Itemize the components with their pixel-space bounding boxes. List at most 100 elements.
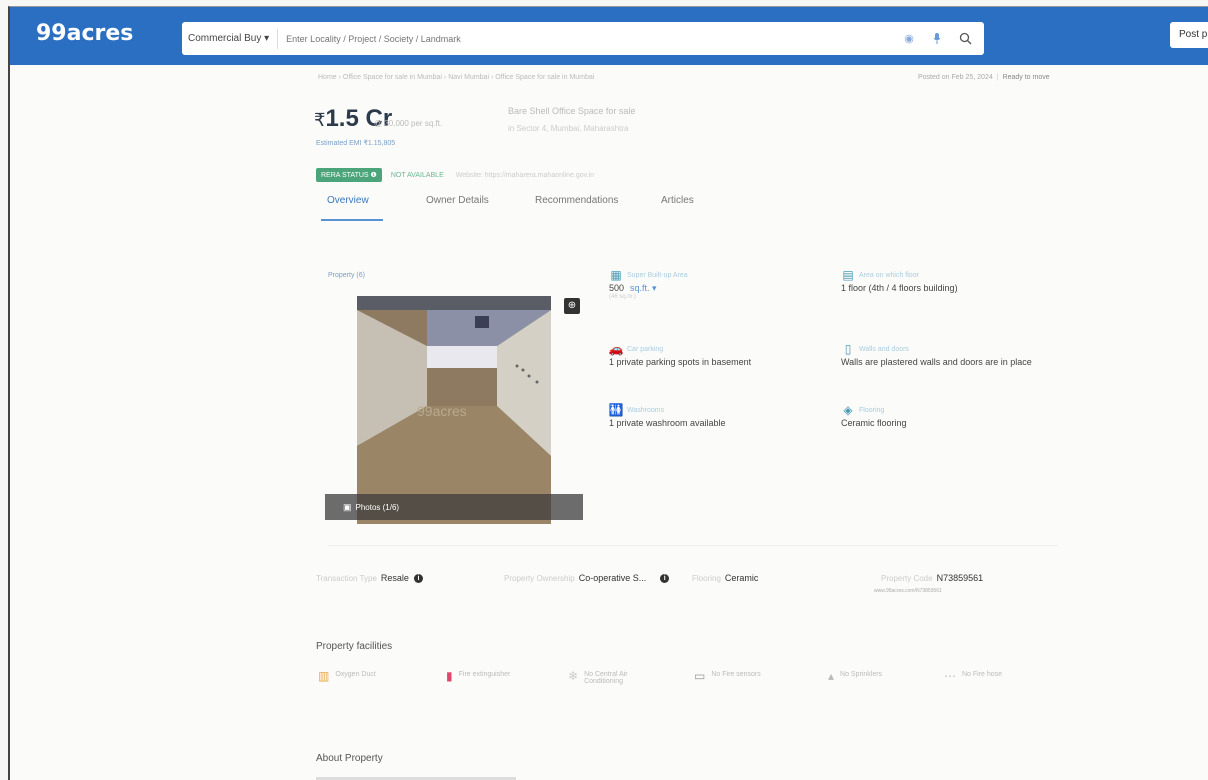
zoom-icon[interactable]: ⊕	[564, 298, 580, 314]
property-location: in Sector 4, Mumbai, Maharashtra	[508, 124, 629, 133]
price-per-sqft: @ 30,000 per sq.ft.	[374, 119, 443, 128]
feature-label: Washrooms	[627, 406, 665, 414]
detail-key: Property Code	[881, 573, 933, 583]
feature-value: 1 floor (4th / 4 floors building)	[841, 283, 958, 293]
property-type-label: Commercial Buy	[188, 32, 262, 44]
detail-flooring: Flooring Ceramic	[692, 573, 758, 583]
feature-value: Ceramic flooring	[841, 418, 907, 428]
feature-label: Area on which floor	[859, 271, 919, 279]
detail-ownership: Property Ownership Co-operative S... i	[504, 573, 670, 583]
feature-value: 1 private washroom available	[609, 418, 726, 428]
feature-label: Flooring	[859, 406, 885, 414]
photos-counter-bar[interactable]: ▣ Photos (1/6)	[325, 494, 583, 520]
washroom-icon: 🚻	[608, 403, 624, 417]
facility-label: No Fire sensors	[711, 671, 761, 678]
floor-icon: ▤	[842, 268, 854, 282]
tab-bar: Overview Owner Details Recommendations A…	[314, 192, 1074, 222]
camera-icon: ▣	[343, 502, 352, 512]
facilities-heading: Property facilities	[316, 641, 393, 652]
watermark: 99acres	[417, 403, 467, 419]
facility-fire-hose: ⋯ No Fire hose	[944, 669, 1003, 683]
detail-transaction-type: Transaction Type Resale i	[316, 573, 423, 583]
detail-value: Resale	[380, 573, 409, 583]
rera-value: NOT AVAILABLE	[390, 171, 444, 179]
photos-count: Photos (1/6)	[355, 503, 400, 512]
page-frame: 99acres Commercial Buy ▾ ◉ Post p Home ›…	[8, 6, 1208, 780]
fire-hose-icon: ⋯	[944, 669, 956, 683]
feature-flooring: ◈ Flooring Ceramic flooring	[841, 403, 1071, 428]
info-icon: ❶	[370, 172, 377, 179]
flooring-icon: ◈	[843, 403, 853, 417]
property-photo[interactable]: 99acres	[357, 296, 551, 524]
feature-label: Walls and doors	[859, 345, 909, 353]
facility-label: Oxygen Duct	[335, 671, 376, 678]
feature-walls-doors: ▯ Walls and doors Walls are plastered wal…	[841, 342, 1081, 367]
tab-recommendations[interactable]: Recommendations	[535, 195, 618, 206]
about-heading: About Property	[316, 753, 383, 764]
feature-value: Walls are plastered walls and doors are …	[841, 357, 1032, 367]
info-icon[interactable]: i	[660, 573, 670, 583]
unit-label: sq.ft.	[630, 283, 650, 293]
property-photo-image: 99acres	[357, 296, 551, 524]
fire-extinguisher-icon: ▮	[446, 669, 453, 683]
feature-sub: (46 sq.m.)	[609, 294, 637, 300]
possession-status: Ready to move	[1002, 74, 1050, 81]
rera-website[interactable]: Website: https://maharera.mahaonline.gov…	[456, 172, 594, 179]
feature-label: Car parking	[627, 345, 664, 353]
detail-key: Flooring	[692, 573, 721, 583]
posted-info: Posted on Feb 25, 2024 | Ready to move	[918, 74, 1050, 81]
feature-washrooms: 🚻 Washrooms 1 private washroom available	[609, 403, 839, 428]
tab-overview[interactable]: Overview	[327, 195, 369, 206]
post-property-button[interactable]: Post p	[1170, 22, 1208, 48]
facility-fire-extinguisher: ▮ Fire extinguisher	[446, 669, 511, 683]
divider	[328, 545, 1058, 546]
feature-label: Super Built-up Area	[627, 271, 688, 279]
info-icon[interactable]: i	[413, 573, 423, 583]
emi-estimate[interactable]: Estimated EMI ₹1.15,805	[316, 139, 395, 147]
unit-dropdown[interactable]: sq.ft. ▾	[630, 283, 657, 293]
ac-icon: ❄	[568, 669, 579, 683]
mic-icon[interactable]	[928, 30, 946, 48]
feature-super-area: ▦ Super Built-up Area 500 sq.ft. ▾ (46 sq.…	[609, 268, 839, 300]
search-input[interactable]	[286, 33, 900, 44]
fire-sensor-icon: ▭	[694, 669, 706, 683]
rera-badge[interactable]: RERA STATUS ❶	[316, 168, 382, 182]
tab-owner-details[interactable]: Owner Details	[426, 195, 489, 206]
property-title: Bare Shell Office Space for sale	[508, 106, 636, 116]
car-icon: 🚗	[608, 342, 624, 356]
currency-symbol: ₹	[314, 110, 326, 130]
detail-key: Transaction Type	[316, 573, 377, 583]
logo[interactable]: 99acres	[36, 21, 133, 46]
detail-value: Ceramic	[724, 573, 759, 583]
facility-label: No Sprinklers	[840, 671, 883, 678]
feature-parking: 🚗 Car parking 1 private parking spots in …	[609, 342, 839, 367]
tab-articles[interactable]: Articles	[661, 195, 694, 206]
property-url[interactable]: www.99acres.com/N73859561	[874, 588, 942, 594]
oxygen-duct-icon: ▥	[318, 669, 330, 683]
feature-floor: ▤ Area on which floor 1 floor (4th / 4 fl…	[841, 268, 1071, 293]
detail-key: Property Ownership	[504, 573, 575, 583]
gallery-label: Property (6)	[328, 272, 365, 279]
facility-label: No Fire hose	[962, 671, 1003, 678]
facility-label: No Central Air Conditioning	[584, 671, 628, 685]
facility-sprinklers: ▴ No Sprinklers	[828, 669, 883, 683]
rera-label: RERA STATUS	[321, 172, 369, 179]
facility-label: Fire extinguisher	[458, 671, 511, 678]
detail-value: N73859561	[936, 573, 984, 583]
feature-value: 1 private parking spots in basement	[609, 357, 752, 367]
facility-central-ac: ❄ No Central Air Conditioning	[568, 669, 668, 685]
area-icon: ▦	[610, 268, 622, 282]
detail-value: Co-operative S...	[578, 573, 647, 583]
facility-fire-sensors: ▭ No Fire sensors	[694, 669, 761, 683]
search-bar: Commercial Buy ▾ ◉	[182, 22, 984, 55]
facility-oxygen-duct: ▥ Oxygen Duct	[318, 669, 376, 683]
door-icon: ▯	[844, 342, 852, 356]
breadcrumb[interactable]: Home › Office Space for sale in Mumbai ›…	[318, 74, 594, 81]
active-tab-indicator	[321, 219, 383, 221]
property-type-dropdown[interactable]: Commercial Buy ▾	[182, 28, 279, 49]
posted-date: Posted on Feb 25, 2024	[918, 74, 993, 81]
search-icon[interactable]	[956, 30, 974, 48]
location-icon[interactable]: ◉	[900, 30, 918, 48]
top-nav-bar: 99acres Commercial Buy ▾ ◉ Post p	[10, 7, 1208, 65]
rera-status: RERA STATUS ❶ NOT AVAILABLE Website: htt…	[316, 168, 594, 182]
